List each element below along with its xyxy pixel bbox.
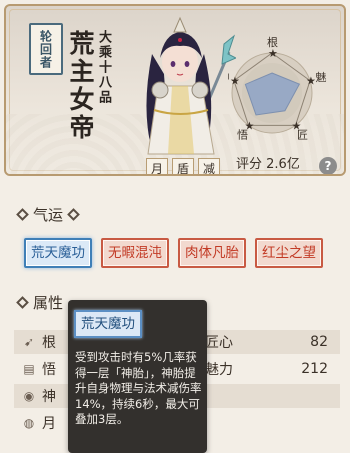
rating: 评分 2.6亿 <box>236 153 300 172</box>
section-fortune-header: 气运 <box>16 204 80 225</box>
skill-list: 荒天魔功 无暇混沌 肉体凡胎 红尘之望 <box>24 238 323 268</box>
attribute-label-jiangxin: 匠心 <box>205 335 233 351</box>
tooltip-skill-name: 荒天魔功 <box>74 310 142 338</box>
attribute-value-jiangxin: 82 <box>310 334 328 350</box>
attribute-label-moon: 月 <box>42 416 56 432</box>
character-rank: 大乘十八品 <box>96 30 111 105</box>
diamond-icon <box>16 208 29 221</box>
shen-icon: ◉ <box>23 389 35 403</box>
tooltip-description: 受到攻击时有5%几率获得一层「神胎」，神胎提升自身物理与法术减伤率14%，持续6… <box>75 350 202 426</box>
character-portrait <box>146 16 236 155</box>
attribute-value-meili: 212 <box>301 361 328 377</box>
skill-button-1[interactable]: 荒天魔功 <box>24 238 92 268</box>
skill-button-3[interactable]: 肉体凡胎 <box>178 238 246 268</box>
skill-button-2[interactable]: 无暇混沌 <box>101 238 169 268</box>
tag-moon: 月 <box>146 158 169 174</box>
help-button[interactable]: ? <box>319 157 337 174</box>
skill-tooltip: 荒天魔功 受到攻击时有5%几率获得一层「神胎」，神胎提升自身物理与法术减伤率14… <box>68 300 207 453</box>
title-plaque: 轮回者 <box>29 23 63 75</box>
diamond-icon <box>16 296 29 309</box>
radar-axis-label: 匠 <box>297 128 308 141</box>
radar-axis-label: 神 <box>228 70 229 84</box>
attribute-label-shen: 神 <box>42 389 56 405</box>
character-card: 轮回者 荒主女帝 大乘十八品 ★根★魅★匠★悟★神 <box>4 4 346 176</box>
attribute-radar-chart: ★根★魅★匠★悟★神 <box>228 36 327 141</box>
tag-shield: 盾 <box>172 158 195 174</box>
rating-label: 评分 <box>236 157 263 172</box>
rating-value: 2.6亿 <box>266 157 300 172</box>
tag-reduce: 减 <box>198 158 221 174</box>
attribute-label-gen: 根 <box>42 335 56 351</box>
title-plaque-text: 轮回者 <box>38 29 53 69</box>
radar-vertex-star-icon: ★ <box>230 75 240 88</box>
character-tags: 月 盾 减 <box>146 158 221 174</box>
radar-axis-label: 魅 <box>316 70 327 84</box>
character-name: 荒主女帝 <box>66 30 95 142</box>
attribute-label-wu: 悟 <box>42 362 56 378</box>
section-attributes-title: 属性 <box>33 294 64 312</box>
wu-icon: ▤ <box>23 362 35 376</box>
radar-axis-label: 根 <box>267 36 278 49</box>
section-fortune-title: 气运 <box>33 206 64 224</box>
moon-icon: ◍ <box>23 416 35 430</box>
diamond-icon <box>67 208 80 221</box>
radar-axis-label: 悟 <box>237 127 248 141</box>
section-attributes-header: 属性 <box>16 292 64 313</box>
attribute-label-meili: 魅力 <box>205 362 233 378</box>
gen-icon: ➹ <box>23 335 35 349</box>
skill-button-4[interactable]: 红尘之望 <box>255 238 323 268</box>
